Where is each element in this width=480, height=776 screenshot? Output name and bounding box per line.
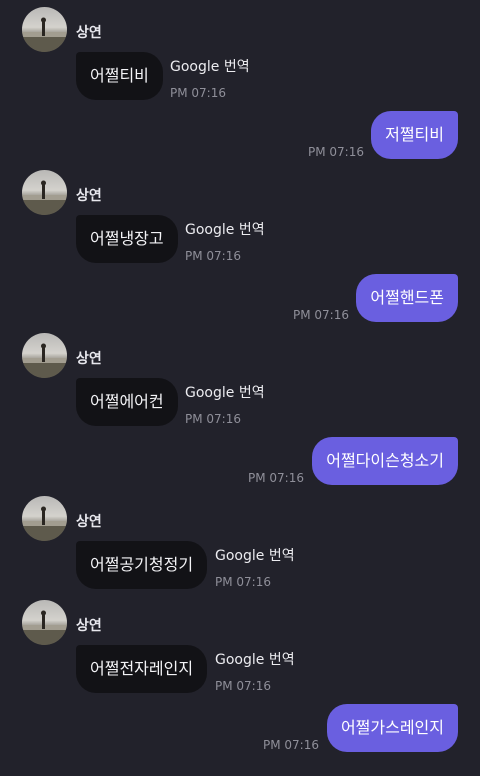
google-translate-link[interactable]: Google 번역 <box>215 649 295 669</box>
message-bubble[interactable]: 어쩔가스레인지 <box>326 704 458 752</box>
message-time: PM 07:16 <box>185 412 241 426</box>
message-time: PM 07:16 <box>185 249 241 263</box>
message-bubble[interactable]: 어쩔전자레인지 <box>76 645 208 693</box>
sender-name: 상연 <box>76 618 102 634</box>
message-time: PM 07:16 <box>215 575 271 589</box>
sender-name: 상연 <box>76 514 102 530</box>
sender-name: 상연 <box>76 25 102 41</box>
avatar[interactable] <box>22 7 67 52</box>
message-time: PM 07:16 <box>248 471 304 485</box>
sender-name: 상연 <box>76 188 102 204</box>
avatar[interactable] <box>22 333 67 378</box>
google-translate-link[interactable]: Google 번역 <box>170 56 250 76</box>
google-translate-link[interactable]: Google 번역 <box>215 545 295 565</box>
message-time: PM 07:16 <box>293 308 349 322</box>
google-translate-link[interactable]: Google 번역 <box>185 219 265 239</box>
message-bubble[interactable]: 어쩔다이슨청소기 <box>312 437 458 485</box>
message-bubble[interactable]: 어쩔공기청정기 <box>76 541 208 589</box>
message-bubble[interactable]: 어쩔티비 <box>76 52 163 100</box>
message-bubble[interactable]: 저쩔티비 <box>371 111 458 159</box>
message-time: PM 07:16 <box>170 86 226 100</box>
avatar[interactable] <box>22 496 67 541</box>
message-time: PM 07:16 <box>263 738 319 752</box>
message-time: PM 07:16 <box>308 145 364 159</box>
google-translate-link[interactable]: Google 번역 <box>185 382 265 402</box>
message-bubble[interactable]: 어쩔에어컨 <box>76 378 178 426</box>
message-bubble[interactable]: 어쩔핸드폰 <box>356 274 458 322</box>
chat-view: 상연 어쩔티비 Google 번역 PM 07:16 PM 07:16 저쩔티비… <box>0 0 480 776</box>
avatar[interactable] <box>22 170 67 215</box>
message-time: PM 07:16 <box>215 679 271 693</box>
avatar[interactable] <box>22 600 67 645</box>
sender-name: 상연 <box>76 351 102 367</box>
message-bubble[interactable]: 어쩔냉장고 <box>76 215 178 263</box>
